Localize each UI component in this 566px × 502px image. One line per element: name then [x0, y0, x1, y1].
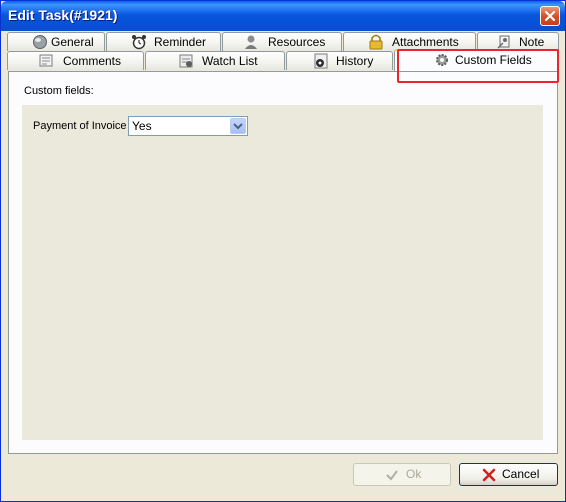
tab-resources[interactable]: Resources	[222, 32, 342, 51]
tab-note-label: Note	[519, 35, 545, 49]
checkmark-icon	[386, 470, 398, 481]
globe-icon	[33, 35, 47, 49]
watch-list-icon	[179, 54, 193, 68]
tab-history[interactable]: History	[286, 51, 393, 70]
custom-fields-area: Payment of Invoice Yes	[22, 105, 543, 440]
close-button[interactable]	[540, 6, 560, 26]
tab-watch-list-label: Watch List	[202, 54, 258, 68]
cancel-x-icon	[482, 468, 496, 482]
tab-resources-label: Resources	[268, 35, 326, 49]
history-icon	[314, 53, 328, 69]
tab-comments-label: Comments	[63, 54, 122, 68]
payment-of-invoice-value: Yes	[132, 119, 152, 133]
close-icon	[544, 10, 556, 22]
tab-attachments-label: Attachments	[392, 35, 459, 49]
user-icon	[245, 35, 257, 49]
tab-comments[interactable]: Comments	[7, 51, 144, 70]
tab-general-label: General	[51, 35, 94, 49]
cancel-button[interactable]: Cancel	[459, 463, 558, 486]
custom-fields-panel: Custom fields: Payment of Invoice Yes	[8, 71, 558, 454]
tab-reminder[interactable]: Reminder	[106, 32, 221, 51]
payment-of-invoice-label: Payment of Invoice	[33, 120, 127, 132]
comments-icon	[39, 54, 53, 67]
ok-button[interactable]: Ok	[353, 463, 451, 486]
tab-watch-list[interactable]: Watch List	[145, 51, 285, 70]
pin-icon	[497, 35, 510, 49]
payment-of-invoice-select[interactable]: Yes	[128, 116, 248, 136]
cancel-button-label: Cancel	[502, 467, 540, 481]
alarm-clock-icon	[132, 35, 146, 50]
window-title: Edit Task(#1921)	[8, 7, 118, 23]
tab-history-label: History	[336, 54, 374, 68]
dropdown-arrow-button[interactable]	[230, 118, 246, 134]
custom-fields-heading: Custom fields:	[24, 85, 94, 97]
tab-general[interactable]: General	[7, 32, 105, 51]
lock-icon	[369, 34, 383, 50]
edit-task-window: Edit Task(#1921) General Reminder Resour…	[0, 0, 566, 502]
chevron-down-icon	[233, 123, 243, 130]
tab-reminder-label: Reminder	[154, 35, 207, 49]
title-bar[interactable]: Edit Task(#1921)	[1, 1, 565, 31]
ok-button-label: Ok	[406, 467, 422, 481]
highlight-box	[397, 49, 559, 83]
